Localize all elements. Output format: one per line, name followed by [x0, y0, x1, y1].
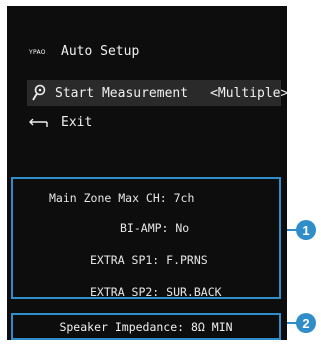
ypao-logo-icon: YPAO — [29, 48, 46, 56]
info-extra-sp1: EXTRA SP1: F.PRNS — [90, 253, 208, 267]
exit-label: Exit — [61, 115, 93, 130]
return-arrow-icon — [29, 116, 51, 130]
menu-item-start-measurement[interactable]: Start Measurement <Multiple> — [27, 80, 288, 106]
info-bi-amp: BI-AMP: No — [120, 221, 190, 235]
info-main-zone-max-ch: Main Zone Max CH: 7ch — [49, 191, 195, 205]
menu-item-exit[interactable]: Exit — [29, 115, 92, 130]
microphone-icon — [31, 83, 47, 103]
speaker-impedance-text: Speaker Impedance: 8Ω MIN — [59, 319, 233, 334]
display-screen: YPAO Auto Setup Start Measurement <Multi… — [7, 6, 288, 340]
info-extra-sp2: EXTRA SP2: SUR.BACK — [90, 285, 222, 299]
callout-badge-2: 2 — [296, 313, 316, 333]
speaker-impedance-info: Speaker Impedance: 8Ω MIN — [11, 313, 281, 340]
auto-setup-label: Auto Setup — [61, 44, 140, 59]
menu-item-auto-setup: YPAO Auto Setup — [29, 44, 139, 59]
callout-badge-1: 1 — [296, 220, 316, 240]
speaker-config-info: Main Zone Max CH: 7ch BI-AMP: No EXTRA S… — [11, 177, 281, 299]
start-measurement-value: <Multiple> — [210, 85, 289, 101]
start-measurement-label: Start Measurement — [55, 85, 189, 101]
